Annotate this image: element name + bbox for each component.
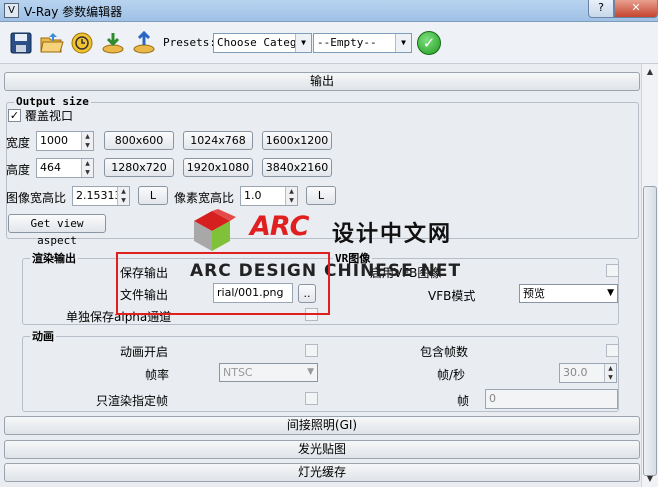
vertical-scrollbar[interactable]: ▲ ▼ (641, 64, 658, 487)
category-value: Choose Catego (217, 36, 304, 49)
rollout-light-cache[interactable]: 灯光缓存 (4, 463, 640, 482)
height-spinner[interactable]: 464 ▲ ▼ (36, 158, 94, 178)
include-frames-checkbox[interactable] (606, 344, 619, 357)
open-icon[interactable] (39, 30, 65, 56)
include-frames-label: 包含帧数 (420, 345, 469, 359)
preset-1920x1080-button[interactable]: 1920x1080 (183, 158, 253, 177)
image-aspect-value: 2.15313 (76, 189, 122, 202)
preset-1600x1200-button[interactable]: 1600x1200 (262, 131, 332, 150)
width-spinner[interactable]: 1000 ▲ ▼ (36, 131, 94, 151)
window-title: V-Ray 参数编辑器 (24, 5, 123, 19)
watermark-logo-icon (190, 207, 246, 255)
export-icon[interactable] (131, 30, 157, 56)
chevron-down-icon: ▼ (395, 34, 411, 52)
vfb-mode-select[interactable]: 预览 ▼ (519, 284, 618, 303)
preset-3840x2160-button[interactable]: 3840x2160 (262, 158, 332, 177)
animation-enable-label: 动画开启 (120, 345, 169, 359)
spinner-arrows-icon[interactable]: ▲ ▼ (81, 132, 93, 150)
vfb-mode-value: 预览 (523, 287, 545, 300)
preset-1280x720-button[interactable]: 1280x720 (104, 158, 174, 177)
preset-1024x768-button[interactable]: 1024x768 (183, 131, 253, 150)
height-label: 高度 (6, 163, 31, 177)
title-bar: V V-Ray 参数编辑器 ? ✕ (0, 0, 658, 22)
scroll-down-icon[interactable]: ▼ (642, 471, 658, 487)
save-icon[interactable] (8, 30, 34, 56)
render-output-title: 渲染输出 (30, 250, 78, 266)
image-aspect-spinner[interactable]: 2.15313 ▲ ▼ (72, 186, 130, 206)
preset-value: --Empty-- (317, 36, 377, 49)
rollout-output[interactable]: 输出 (4, 72, 640, 91)
chevron-down-icon: ▼ (307, 367, 314, 377)
vfb-mode-label: VFB模式 (428, 289, 476, 303)
preset-select[interactable]: --Empty-- ▼ (313, 33, 412, 53)
scroll-up-icon[interactable]: ▲ (642, 64, 658, 80)
spinner-arrows-icon[interactable]: ▲ ▼ (604, 364, 616, 382)
fps-label: 帧/秒 (437, 368, 466, 382)
frame-rate-label: 帧率 (145, 368, 170, 382)
revert-icon[interactable] (69, 30, 95, 56)
image-aspect-label: 图像宽高比 (6, 191, 67, 205)
pixel-aspect-label: 像素宽高比 (174, 191, 235, 205)
chevron-down-icon: ▼ (607, 288, 614, 298)
help-button[interactable]: ? (588, 0, 614, 18)
frame-label: 帧 (457, 394, 470, 408)
frame-field[interactable]: 0 (485, 389, 618, 409)
watermark-brand: ARC (250, 211, 310, 242)
spinner-arrows-icon[interactable]: ▲ ▼ (81, 159, 93, 177)
spinner-arrows-icon[interactable]: ▲ ▼ (117, 187, 129, 205)
override-viewport-checkbox[interactable]: ✓ (8, 109, 21, 122)
width-value: 1000 (40, 134, 68, 147)
vfb-enable-checkbox[interactable] (606, 264, 619, 277)
frame-rate-value: NTSC (223, 366, 253, 379)
presets-label: Presets: (163, 36, 216, 49)
close-button[interactable]: ✕ (614, 0, 658, 18)
animation-enable-checkbox[interactable] (305, 344, 318, 357)
pixel-aspect-lock-button[interactable]: L (306, 186, 336, 205)
apply-preset-button[interactable]: ✓ (417, 31, 441, 55)
override-viewport-label: 覆盖视口 (25, 109, 74, 123)
toolbar: Presets: Choose Catego ▼ --Empty-- ▼ ✓ (0, 22, 658, 64)
watermark-chinese: 设计中文网 (332, 222, 453, 247)
spinner-arrows-icon[interactable]: ▲ ▼ (285, 187, 297, 205)
highlight-box (116, 252, 330, 315)
width-label: 宽度 (6, 136, 31, 150)
pixel-aspect-value: 1.0 (244, 189, 262, 202)
pixel-aspect-spinner[interactable]: 1.0 ▲ ▼ (240, 186, 298, 206)
fps-value: 30.0 (563, 366, 588, 379)
import-icon[interactable] (100, 30, 126, 56)
rollout-caustics[interactable]: 发光贴图 (4, 440, 640, 459)
category-select[interactable]: Choose Catego ▼ (213, 33, 312, 53)
scrollbar-thumb[interactable] (643, 186, 657, 476)
render-specified-frames-checkbox[interactable] (305, 392, 318, 405)
chevron-down-icon: ▼ (295, 34, 311, 52)
frame-rate-select[interactable]: NTSC ▼ (219, 363, 318, 382)
render-specified-frames-label: 只渲染指定帧 (96, 394, 169, 408)
rollout-gi[interactable]: 间接照明(GI) (4, 416, 640, 435)
get-view-aspect-button[interactable]: Get view aspect (8, 214, 106, 247)
animation-title: 动画 (30, 328, 56, 344)
preset-800x600-button[interactable]: 800x600 (104, 131, 174, 150)
app-icon: V (4, 3, 19, 18)
image-aspect-lock-button[interactable]: L (138, 186, 168, 205)
fps-spinner[interactable]: 30.0 ▲ ▼ (559, 363, 617, 383)
height-value: 464 (40, 161, 61, 174)
